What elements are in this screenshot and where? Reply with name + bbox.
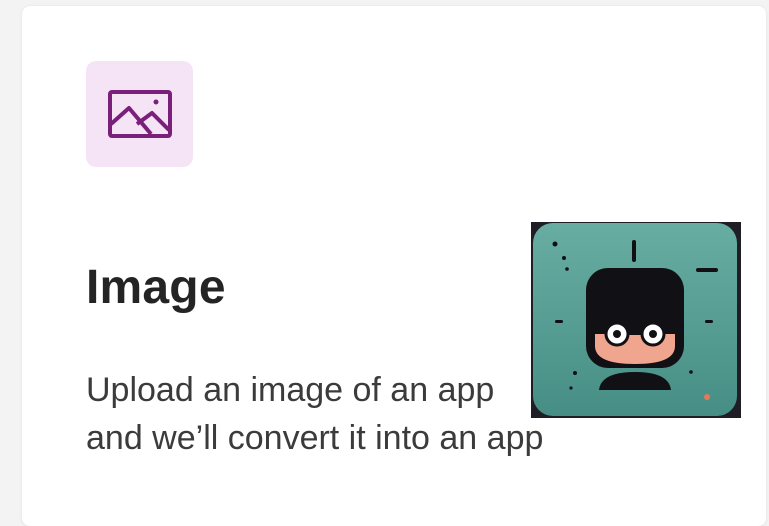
floating-avatar[interactable]	[531, 222, 741, 418]
icon-tile	[86, 61, 193, 167]
image-icon	[107, 90, 172, 138]
description-line-1: Upload an image of an app	[86, 371, 495, 409]
description-line-2: and we’ll convert it into an app	[86, 419, 544, 457]
card-title: Image	[86, 261, 226, 314]
nerd-avatar-icon	[533, 223, 737, 416]
